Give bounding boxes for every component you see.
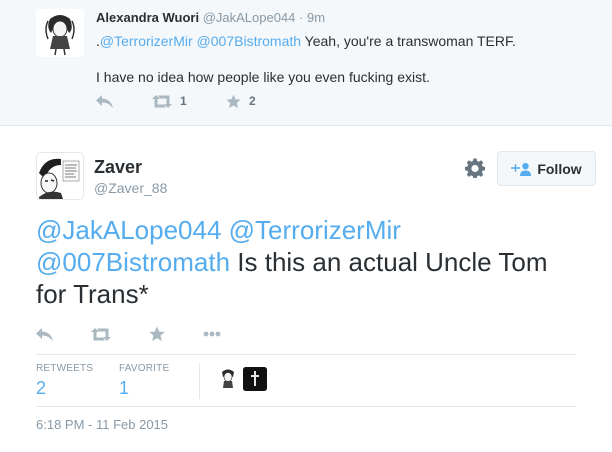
main-author-name[interactable]: Zaver (94, 157, 142, 178)
mention-link[interactable]: @007Bistromath (36, 247, 230, 277)
reply-text: .@TerrorizerMir @007Bistromath Yeah, you… (96, 32, 576, 87)
reply-timestamp[interactable]: 9m (307, 10, 325, 25)
reply-header: Alexandra Wuori @JakALope044 · 9m (96, 10, 325, 25)
gear-icon (465, 158, 485, 179)
reply-tweet[interactable]: Alexandra Wuori @JakALope044 · 9m .@Terr… (0, 0, 612, 126)
reply-author-name[interactable]: Alexandra Wuori (96, 10, 199, 25)
retweet-button[interactable]: 1 (152, 94, 226, 108)
star-icon (226, 93, 241, 108)
user-actions-button[interactable] (465, 158, 485, 179)
divider (36, 354, 576, 355)
tweet-timestamp[interactable]: 6:18 PM - 11 Feb 2015 (36, 417, 168, 432)
reply-line-1: .@TerrorizerMir @007Bistromath Yeah, you… (96, 32, 576, 51)
reply-avatar[interactable] (36, 9, 84, 57)
mention-link[interactable]: @JakALope044 (36, 215, 221, 245)
follow-button[interactable]: Follow (497, 151, 596, 186)
follow-button-label: Follow (537, 160, 582, 177)
retweet-icon (91, 327, 111, 341)
divider (36, 406, 576, 407)
main-author-handle[interactable]: @Zaver_88 (94, 180, 167, 196)
mention-link[interactable]: @TerrorizerMir (100, 33, 193, 49)
mention-link[interactable]: @TerrorizerMir (229, 215, 401, 245)
reply-button[interactable] (96, 94, 152, 108)
retweet-count: 1 (180, 94, 187, 108)
main-avatar[interactable] (36, 152, 84, 200)
favoriter-avatar[interactable] (216, 367, 240, 391)
favorites-stat[interactable]: FAVORITE 1 (119, 363, 169, 399)
reply-text-body: Yeah, you're a transwoman TERF. (301, 33, 516, 49)
stats-separator (199, 363, 200, 399)
favorites-value: 1 (119, 378, 130, 398)
reply-icon (96, 94, 113, 108)
retweets-label: RETWEETS (36, 363, 94, 374)
reply-button[interactable] (36, 327, 53, 341)
mention-link[interactable]: @007Bistromath (197, 33, 301, 49)
favorite-button[interactable] (149, 326, 165, 342)
main-tweet-text: @JakALope044 @TerrorizerMir @007Bistroma… (36, 214, 556, 310)
reply-actions: 1 2 (96, 92, 256, 110)
favorites-label: FAVORITE (119, 363, 170, 374)
reply-line-2: I have no idea how people like you even … (96, 69, 430, 85)
reply-separator: · (299, 10, 304, 25)
retweet-button[interactable] (91, 327, 111, 341)
favorite-button[interactable]: 2 (226, 93, 256, 109)
star-icon (149, 326, 165, 341)
favoriter-avatar[interactable] (243, 367, 267, 391)
favorite-count: 2 (249, 94, 256, 108)
retweet-icon (152, 94, 172, 108)
retweets-stat[interactable]: RETWEETS 2 (36, 363, 93, 399)
retweets-value: 2 (36, 378, 47, 398)
main-actions (36, 324, 259, 344)
more-icon (203, 331, 221, 337)
more-button[interactable] (203, 331, 221, 337)
reply-icon (36, 327, 53, 341)
reply-author-handle[interactable]: @JakALope044 (203, 10, 296, 25)
main-tweet: Zaver @Zaver_88 Follow @JakALope044 @Ter… (0, 127, 612, 452)
follow-person-icon (511, 162, 532, 176)
